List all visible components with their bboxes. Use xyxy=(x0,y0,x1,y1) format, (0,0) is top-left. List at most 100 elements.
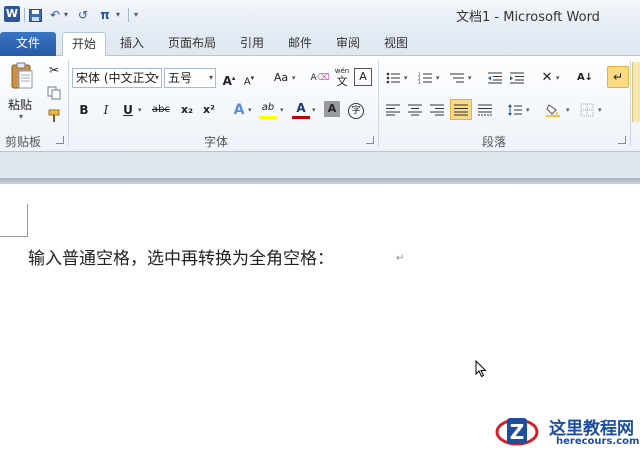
watermark-logo-letter: Z xyxy=(510,420,525,444)
highlight-icon[interactable]: ab xyxy=(258,98,278,118)
font-color-dropdown-icon[interactable]: ▾ xyxy=(312,100,316,120)
align-right-icon[interactable] xyxy=(428,100,446,120)
distributed-icon[interactable] xyxy=(476,100,494,120)
paragraph-mark: ↵ xyxy=(396,253,405,264)
change-case-dropdown-icon[interactable]: ▾ xyxy=(292,68,296,88)
clear-formatting-icon[interactable]: A⌫ xyxy=(310,68,330,88)
document-page[interactable] xyxy=(0,184,640,454)
document-body-text[interactable]: 输入普通空格，选中再转换为全角空格： xyxy=(28,244,334,269)
sort-icon[interactable]: A↓ xyxy=(576,68,594,88)
shrink-font-glyph: A xyxy=(243,76,251,88)
increase-indent-icon[interactable] xyxy=(508,68,526,88)
qat-separator xyxy=(128,8,129,22)
copy-icon[interactable] xyxy=(44,83,64,103)
tab-references[interactable]: 引用 xyxy=(232,32,272,56)
shading-dropdown-icon[interactable]: ▾ xyxy=(566,100,570,120)
underline-icon[interactable]: U xyxy=(120,100,136,120)
shading-icon[interactable] xyxy=(544,100,562,120)
tab-view[interactable]: 视图 xyxy=(376,32,416,56)
text-effects-dropdown-icon[interactable]: ▾ xyxy=(248,100,252,120)
decrease-indent-icon[interactable] xyxy=(486,68,504,88)
grow-font-glyph: A xyxy=(222,74,232,88)
window-title: 文档1 - Microsoft Word xyxy=(456,10,600,25)
phonetic-char: 文 xyxy=(336,75,348,88)
title-bar: W ↶ ▾ ↺ π ▾ ▾ 文档1 - Microsoft Word xyxy=(0,0,640,30)
font-size-combo[interactable]: 五号 ▾ xyxy=(164,68,216,88)
format-painter-icon[interactable] xyxy=(44,106,64,126)
highlight-dropdown-icon[interactable]: ▾ xyxy=(280,100,284,120)
paragraph-dialog-launcher-icon[interactable] xyxy=(618,136,626,144)
tab-home[interactable]: 开始 xyxy=(62,32,106,57)
italic-icon[interactable]: I xyxy=(98,100,114,120)
tab-review[interactable]: 审阅 xyxy=(328,32,368,56)
superscript-icon[interactable]: x² xyxy=(200,100,218,120)
paste-dropdown-icon[interactable]: ▾ xyxy=(19,112,23,121)
undo-icon[interactable]: ↶ xyxy=(48,6,62,24)
font-color-bar xyxy=(292,116,310,119)
bullets-icon[interactable] xyxy=(384,68,402,88)
chevron-down-icon[interactable]: ▾ xyxy=(209,69,213,87)
font-name-combo[interactable]: 宋体 (中文正文 ▾ xyxy=(72,68,162,88)
multilevel-dropdown-icon[interactable]: ▾ xyxy=(468,68,472,88)
enclose-char: 字 xyxy=(348,103,364,119)
align-center-icon[interactable] xyxy=(406,100,424,120)
borders-icon[interactable] xyxy=(578,100,596,120)
change-case-icon[interactable]: Aa xyxy=(270,68,292,88)
numbering-dropdown-icon[interactable]: ▾ xyxy=(436,68,440,88)
enclose-characters-icon[interactable]: 字 xyxy=(346,100,366,120)
tab-mailings[interactable]: 邮件 xyxy=(280,32,320,56)
show-marks-icon[interactable]: ↵ xyxy=(607,66,629,88)
mouse-pointer-icon xyxy=(475,359,487,378)
chevron-down-icon[interactable]: ▾ xyxy=(155,69,159,87)
line-spacing-icon[interactable] xyxy=(506,100,524,120)
align-left-icon[interactable] xyxy=(384,100,402,120)
cut-icon[interactable]: ✂ xyxy=(44,60,64,80)
redo-icon[interactable]: ↺ xyxy=(76,6,90,24)
line-spacing-dropdown-icon[interactable]: ▾ xyxy=(526,100,530,120)
word-app-icon[interactable]: W xyxy=(4,6,20,22)
pi-equation-icon[interactable]: π xyxy=(98,6,112,24)
clipboard-dialog-launcher-icon[interactable] xyxy=(56,136,64,144)
paragraph-group-label: 段落 xyxy=(482,135,507,149)
group-separator xyxy=(630,60,631,146)
character-border-icon[interactable]: A xyxy=(354,68,372,86)
subscript-icon[interactable]: x₂ xyxy=(178,100,196,120)
styles-gallery-edge[interactable] xyxy=(632,62,640,122)
character-shading-icon[interactable]: A xyxy=(324,101,340,117)
underline-dropdown-icon[interactable]: ▾ xyxy=(138,100,142,120)
ribbon-home: 粘贴 ▾ ✂ 剪贴板 宋体 (中文正文 ▾ 五号 ▾ A▴ A▾ Aa ▾ A⌫… xyxy=(0,56,640,152)
font-dialog-launcher-icon[interactable] xyxy=(366,136,374,144)
qat-separator xyxy=(24,8,25,22)
margin-marker-vertical xyxy=(27,204,28,237)
group-separator xyxy=(68,60,69,146)
grow-font-icon[interactable]: A▴ xyxy=(220,68,238,88)
ruler-gap xyxy=(0,152,640,178)
paste-button-label[interactable]: 粘贴 xyxy=(8,96,32,113)
tab-file[interactable]: 文件 xyxy=(0,32,56,56)
borders-dropdown-icon[interactable]: ▾ xyxy=(598,100,602,120)
shrink-font-icon[interactable]: A▾ xyxy=(240,68,258,88)
tab-insert[interactable]: 插入 xyxy=(112,32,152,56)
chinese-layout-icon[interactable]: ✕ xyxy=(538,68,556,88)
strikethrough-icon[interactable]: abc xyxy=(150,100,172,120)
tab-page-layout[interactable]: 页面布局 xyxy=(160,32,224,56)
watermark-site-url: herecours.com xyxy=(556,436,640,447)
bold-icon[interactable]: B xyxy=(76,100,92,120)
multilevel-list-icon[interactable] xyxy=(448,68,466,88)
save-icon[interactable] xyxy=(28,6,42,24)
justify-icon[interactable] xyxy=(450,99,472,120)
margin-marker-horizontal xyxy=(0,236,28,237)
numbering-icon[interactable]: 123 xyxy=(416,68,434,88)
watermark-logo-icon: Z xyxy=(494,414,540,448)
paste-icon[interactable] xyxy=(10,62,34,90)
ribbon-tab-strip: 文件 开始 插入 页面布局 引用 邮件 审阅 视图 xyxy=(0,30,640,57)
undo-dropdown-icon[interactable]: ▾ xyxy=(64,6,68,24)
phonetic-guide-icon[interactable]: wén 文 xyxy=(332,66,352,88)
equation-dropdown-icon[interactable]: ▾ xyxy=(116,6,120,24)
customize-qat-icon[interactable]: ▾ xyxy=(134,6,138,24)
bullets-dropdown-icon[interactable]: ▾ xyxy=(404,68,408,88)
font-color-icon[interactable]: A xyxy=(292,98,310,118)
chinese-layout-dropdown-icon[interactable]: ▾ xyxy=(556,68,560,88)
highlight-color-bar xyxy=(259,116,277,119)
text-effects-icon[interactable]: A xyxy=(230,100,248,120)
